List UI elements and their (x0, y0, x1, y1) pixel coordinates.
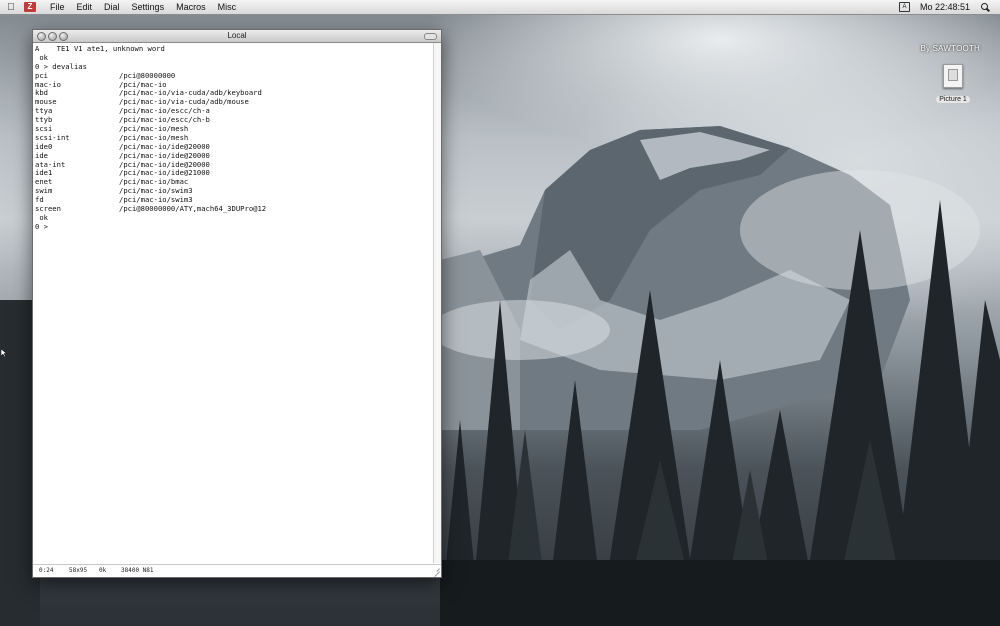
zterm-app-icon[interactable]: Z (24, 2, 36, 12)
alias-path: /pci/mac-io/ide@20000 (119, 159, 210, 169)
alias-path: /pci/mac-io/mesh (119, 124, 189, 134)
alias-path: /pci/mac-io/via-cuda/adb/keyboard (119, 88, 262, 98)
alias-path: /pci/mac-io/ide@20000 (119, 150, 210, 160)
menu-misc[interactable]: Misc (212, 0, 243, 14)
menu-clock[interactable]: Mo 22:48:51 (916, 2, 974, 12)
alias-row: scsi/pci/mac-io/mesh (35, 124, 433, 134)
alias-row: ttya/pci/mac-io/escc/ch-a (35, 106, 433, 116)
alias-path: /pci/mac-io/mesh (119, 132, 189, 142)
alias-row: mouse/pci/mac-io/via-cuda/adb/mouse (35, 97, 433, 107)
resize-handle-icon[interactable] (433, 565, 440, 572)
alias-name: swim (35, 186, 53, 196)
menu-settings[interactable]: Settings (126, 0, 171, 14)
alias-path: /pci/mac-io/ide@20000 (119, 141, 210, 151)
alias-path: /pci/mac-io (119, 79, 167, 89)
alias-path: /pci@80000000 (119, 70, 176, 80)
alias-row: ide0/pci/mac-io/ide@20000 (35, 141, 433, 152)
alias-row: ide/pci/mac-io/ide@20000 (35, 150, 433, 161)
apple-menu-icon[interactable]:  (0, 2, 22, 13)
terminal-line: A TE1 V1 ate1, unknown word (35, 44, 165, 53)
status-baud-rate: 38400 N81 (121, 567, 154, 574)
status-connect-time: 0:24 (39, 567, 54, 574)
alias-row: enet/pci/mac-io/bmac (35, 177, 433, 187)
menu-dial[interactable]: Dial (98, 0, 126, 14)
minimize-window-button[interactable] (48, 32, 57, 41)
mouse-pointer-icon (1, 349, 7, 357)
alias-path: /pci/mac-io/escc/ch-a (119, 106, 210, 116)
alias-row: ide1/pci/mac-io/ide@21000 (35, 169, 433, 178)
alias-path: /pci/mac-io/swim3 (119, 195, 193, 205)
alias-path: /pci/mac-io/via-cuda/adb/mouse (119, 97, 249, 107)
terminal-window: Local A TE1 V1 ate1, unknown word ok 0 >… (32, 29, 442, 578)
terminal-line: ok (35, 212, 48, 222)
terminal-line: ok (35, 52, 48, 62)
menu-file[interactable]: File (44, 0, 71, 14)
spotlight-search-icon[interactable] (980, 2, 990, 12)
menu-bar:  Z File Edit Dial Settings Macros Misc … (0, 0, 1000, 15)
menu-extras: A Mo 22:48:51 (898, 2, 1000, 12)
vertical-scrollbar[interactable] (433, 43, 441, 563)
alias-path: /pci/mac-io/bmac (119, 177, 189, 187)
window-titlebar[interactable]: Local (33, 30, 441, 43)
wallpaper-credit: By SAWTOOTH (920, 44, 980, 53)
zoom-window-button[interactable] (59, 32, 68, 41)
menu-edit[interactable]: Edit (71, 0, 99, 14)
display-icon[interactable]: A (898, 2, 910, 12)
alias-row: scsi-int/pci/mac-io/mesh (35, 132, 433, 143)
alias-path: /pci/mac-io/swim3 (119, 186, 193, 196)
document-icon (943, 64, 963, 88)
terminal-prompt: 0 > (35, 221, 48, 231)
terminal-output[interactable]: A TE1 V1 ate1, unknown word ok 0 > deval… (33, 43, 433, 563)
terminal-line: 0 > devalias (35, 61, 87, 71)
status-window-size: 58x95 (69, 567, 88, 574)
alias-row: screen/pci@80000000/ATY,mach64_3DUPro@12 (35, 204, 433, 214)
alias-row: swim/pci/mac-io/swim3 (35, 186, 433, 196)
alias-row: ata-int/pci/mac-io/ide@20000 (35, 159, 433, 170)
window-title: Local (227, 31, 247, 40)
toolbar-toggle-button[interactable] (424, 33, 437, 40)
status-bar: 0:24 58x95 0k 38400 N81 (33, 564, 441, 577)
alias-row: pci/pci@80000000 (35, 70, 433, 81)
desktop-file-label: Picture 1 (936, 96, 970, 103)
menu-macros[interactable]: Macros (170, 0, 212, 14)
alias-path: /pci/mac-io/escc/ch-b (119, 115, 210, 125)
status-state: 0k (99, 567, 107, 574)
alias-path: /pci@80000000/ATY,mach64_3DUPro@12 (119, 204, 267, 214)
alias-path: /pci/mac-io/ide@21000 (119, 168, 210, 178)
close-window-button[interactable] (37, 32, 46, 41)
desktop-file-picture-1[interactable]: Picture 1 (932, 64, 974, 106)
alias-row: ttyb/pci/mac-io/escc/ch-b (35, 115, 433, 125)
